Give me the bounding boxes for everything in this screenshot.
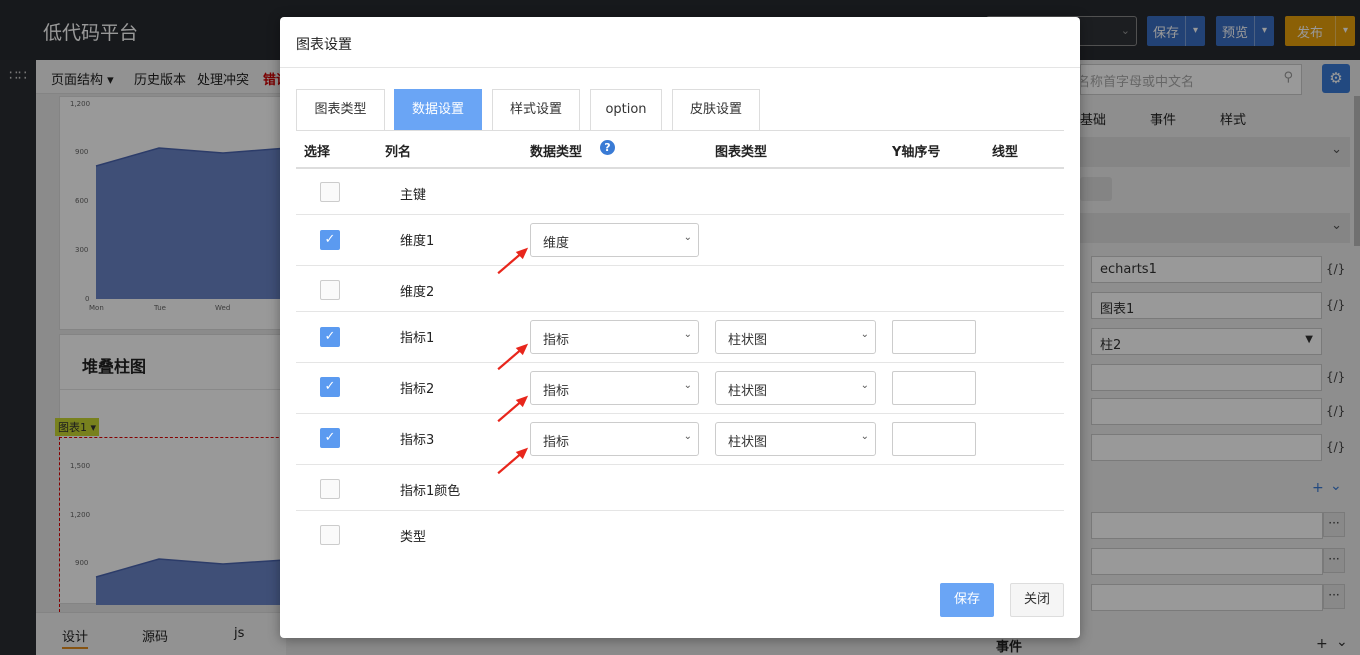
chart-settings-dialog: 图表设置 图表类型 数据设置 样式设置 option 皮肤设置 选择 列名 数据… [280,17,1080,638]
row-checkbox[interactable]: ✓ [320,327,340,347]
chevron-down-icon: ⌄ [860,380,869,391]
table-row: 类型 [296,511,1064,557]
chevron-down-icon: ⌄ [860,431,869,442]
column-name: 指标1颜色 [400,484,461,499]
tab-style-settings[interactable]: 样式设置 [492,89,580,130]
row-checkbox[interactable]: ✓ [320,377,340,397]
tab-option[interactable]: option [590,89,662,130]
help-icon[interactable]: ? [600,140,615,155]
column-name: 指标2 [400,382,435,397]
annotation-arrow [497,247,529,275]
table-row: ✓ 指标2 指标 ⌄ 柱状图 ⌄ [296,363,1064,414]
data-type-select[interactable]: 指标 ⌄ [530,320,699,354]
row-checkbox[interactable]: ✓ [320,230,340,250]
chart-type-select[interactable]: 柱状图 ⌄ [715,371,876,405]
data-type-select[interactable]: 指标 ⌄ [530,422,699,456]
chevron-down-icon: ⌄ [683,431,692,442]
header-y-axis: Y轴序号 [892,145,941,160]
table-row: ✓ 指标1 指标 ⌄ 柱状图 ⌄ [296,312,1064,363]
column-name: 类型 [400,530,427,545]
divider [280,67,1080,68]
row-checkbox[interactable] [320,280,340,300]
table-row: ✓ 维度1 维度 ⌄ [296,215,1064,266]
chevron-down-icon: ⌄ [683,232,692,243]
header-data-type: 数据类型 [530,145,583,160]
column-name: 维度1 [400,234,435,249]
dialog-title: 图表设置 [296,37,352,53]
row-checkbox[interactable] [320,479,340,499]
header-chart-type: 图表类型 [715,145,768,160]
header-select: 选择 [304,145,331,160]
chart-type-select[interactable]: 柱状图 ⌄ [715,320,876,354]
tab-skin-settings[interactable]: 皮肤设置 [672,89,760,130]
close-button[interactable]: 关闭 [1010,583,1064,617]
column-name: 指标1 [400,331,435,346]
row-checkbox[interactable]: ✓ [320,428,340,448]
row-checkbox[interactable] [320,182,340,202]
annotation-arrow [497,447,529,475]
chart-type-select[interactable]: 柱状图 ⌄ [715,422,876,456]
data-type-select[interactable]: 维度 ⌄ [530,223,699,257]
data-type-select[interactable]: 指标 ⌄ [530,371,699,405]
table-row: 主键 [296,169,1064,215]
tab-data-settings[interactable]: 数据设置 [394,89,482,130]
chevron-down-icon: ⌄ [683,329,692,340]
chevron-down-icon: ⌄ [683,380,692,391]
tab-underline [296,130,1064,131]
y-axis-input[interactable] [892,371,976,405]
column-name: 指标3 [400,433,435,448]
save-button[interactable]: 保存 [940,583,994,617]
header-line-type: 线型 [992,145,1019,160]
header-column: 列名 [385,145,412,160]
table-row: 维度2 [296,266,1064,312]
table-row: ✓ 指标3 指标 ⌄ 柱状图 ⌄ [296,414,1064,465]
tab-chart-type[interactable]: 图表类型 [296,89,385,130]
chevron-down-icon: ⌄ [860,329,869,340]
column-name: 主键 [400,188,427,203]
row-checkbox[interactable] [320,525,340,545]
table-row: 指标1颜色 [296,465,1064,511]
column-name: 维度2 [400,285,435,300]
annotation-arrow [497,395,529,423]
annotation-arrow [497,343,529,371]
y-axis-input[interactable] [892,422,976,456]
y-axis-input[interactable] [892,320,976,354]
